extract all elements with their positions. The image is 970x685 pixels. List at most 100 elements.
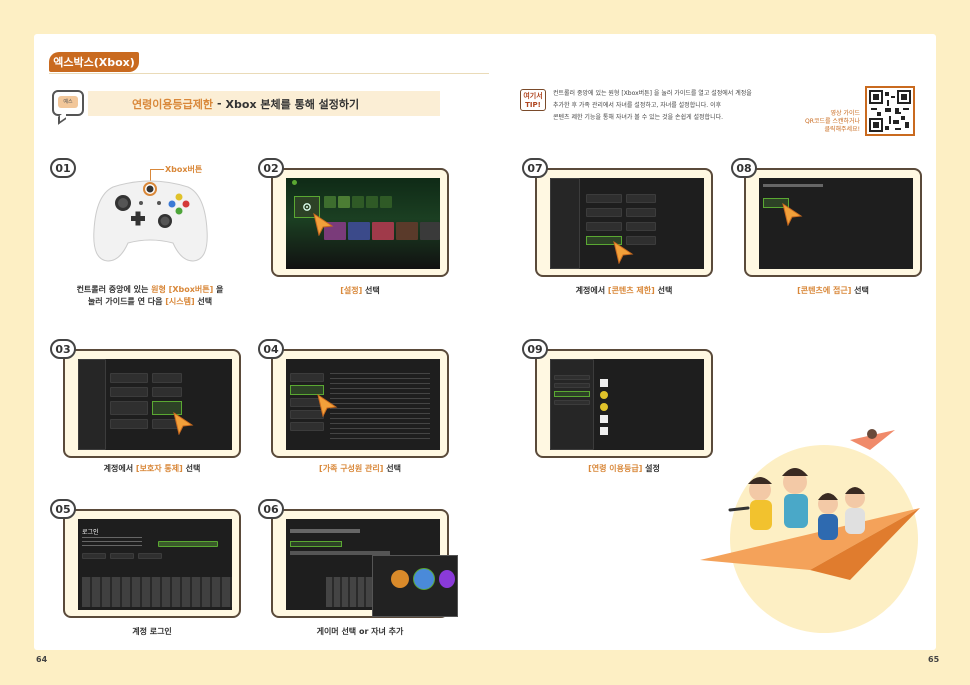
login-text [82,537,142,549]
title-highlight: 연령이용등급제한 [132,97,213,111]
tile-a[interactable] [324,196,336,208]
account-item-6[interactable] [626,222,656,231]
game-tile-4[interactable] [396,222,418,240]
step-07-cap-c: 선택 [654,286,673,295]
speech-bubble-label: 예스 [58,96,78,108]
tip-line-2: 추가한 후 가족 관리에서 자녀를 설정하고, 자녀를 설정합니다. 이후 [553,102,722,109]
gamer-option[interactable] [290,541,342,547]
step-03-cap-a: 계정에서 [103,464,136,473]
settings-item-7[interactable] [110,419,148,429]
game-tile-5[interactable] [420,222,440,240]
settings-item-2[interactable] [152,373,182,383]
rating-item-4[interactable] [554,400,590,405]
speech-bubble-icon: 예스 [52,90,84,125]
step-04-caption: [가족 구성원 관리] 선택 [271,463,449,475]
settings-item-5[interactable] [110,401,148,415]
rating-test-icon [600,427,608,435]
step-04-badge: 04 [258,339,284,359]
title-rest: Xbox 본체를 통해 설정하기 [225,97,360,111]
settings-item-1[interactable] [110,373,148,383]
title-dash: - [216,97,222,110]
step-07-cap-b: [콘텐츠 제한] [607,286,655,295]
step-01-cap-1c: 을 [213,285,224,294]
rating-item-1[interactable] [554,375,590,380]
rating-15-icon [600,403,608,411]
step-09-cap-a: [연령 이용등급] [588,464,643,473]
xbox-button-callout: Xbox버튼 [165,165,203,174]
step-01-cap-2b: [시스템] [165,297,195,306]
step-05-caption: 계정 로그인 [132,627,172,636]
tile-d[interactable] [366,196,378,208]
step-02-cap-b: 선택 [362,286,380,295]
account-item-5[interactable] [586,222,622,231]
gear-icon [303,203,311,211]
settings-item-3[interactable] [110,387,148,397]
tip-book-icon: 여기서 TIP! [520,89,546,111]
qr-caption-2: QR코드를 스캔하거나 [805,118,860,125]
step-01-cap-2c: 선택 [194,297,213,306]
step-08-badge: 08 [731,158,757,178]
account-item-4[interactable] [626,208,656,217]
settings-item-4[interactable] [152,387,182,397]
tile-b[interactable] [338,196,350,208]
step-08-cap-b: 선택 [851,286,869,295]
select-gamer-title [290,529,360,533]
qr-code[interactable] [865,86,915,136]
family-item-5[interactable] [290,422,324,431]
age-rating-item[interactable] [554,391,590,397]
qr-caption-3: 클릭해주세요! [824,126,860,133]
step-01-cap-2a: 눌러 가이드를 연 다음 [87,297,166,306]
login-button-2[interactable] [110,553,134,559]
step-05-screen: 로그인 [78,519,232,610]
rating-item-2[interactable] [554,383,590,388]
step-07-cap-a: 계정에서 [575,286,608,295]
step-09-cap-b: 설정 [642,464,660,473]
rating-12-icon [600,391,608,399]
pointer-arrow-icon [313,212,334,236]
tile-e[interactable] [380,196,392,208]
family-item-1[interactable] [290,373,324,382]
tip-line-3: 콘텐츠 제한 기능을 통해 자녀가 볼 수 있는 것을 손쉽게 설정합니다. [553,114,724,121]
login-button-3[interactable] [138,553,162,559]
step-04-cap-b: 선택 [383,464,401,473]
account-item-1[interactable] [586,194,622,203]
step-07-badge: 07 [522,158,548,178]
account-sidebar [550,178,580,269]
step-04-screen [286,359,440,450]
game-tile-3[interactable] [372,222,394,240]
pointer-arrow-icon [613,240,634,264]
step-01-cap-1b: 원형 [Xbox버튼] [151,285,214,294]
section-title: 연령이용등급제한 - Xbox 본체를 통해 설정하기 [88,91,440,116]
login-button-1[interactable] [82,553,106,559]
content-title [763,184,823,187]
section-tag: 엑스박스(Xbox) [49,52,139,72]
section-divider [49,73,489,74]
avatar-3[interactable] [439,570,455,588]
page-number-right: 65 [928,655,940,664]
avatar-1[interactable] [391,570,409,588]
step-06-badge: 06 [258,499,284,519]
step-01-badge: 01 [50,158,76,178]
step-09-frame [535,349,713,458]
pointer-arrow-icon [317,393,338,417]
step-08-screen [759,178,913,269]
step-05-frame: 로그인 [63,509,241,618]
rating-all-icon [600,379,608,387]
step-05-badge: 05 [50,499,76,519]
account-item-3[interactable] [586,208,622,217]
account-item-2[interactable] [626,194,656,203]
step-04-cap-a: [가족 구성원 관리] [319,464,384,473]
avatar-2[interactable] [413,568,435,590]
tile-c[interactable] [352,196,364,208]
login-email-field[interactable] [158,541,218,547]
step-01-caption: 컨트롤러 중앙에 있는 원형 [Xbox버튼] 을 눌러 가이드를 연 다음 [… [60,284,240,308]
step-07-screen [550,178,704,269]
game-tile-2[interactable] [348,222,370,240]
pointer-arrow-icon [782,202,803,226]
pointer-arrow-icon [173,411,194,435]
tip-text: 컨트롤러 중앙에 있는 원형 [Xbox버튼] 을 눌러 가이드를 열고 설정에… [553,88,813,124]
onscreen-keyboard[interactable] [82,577,232,607]
step-08-frame [744,168,922,277]
rating-18-icon [600,415,608,423]
settings-sidebar [78,359,106,450]
